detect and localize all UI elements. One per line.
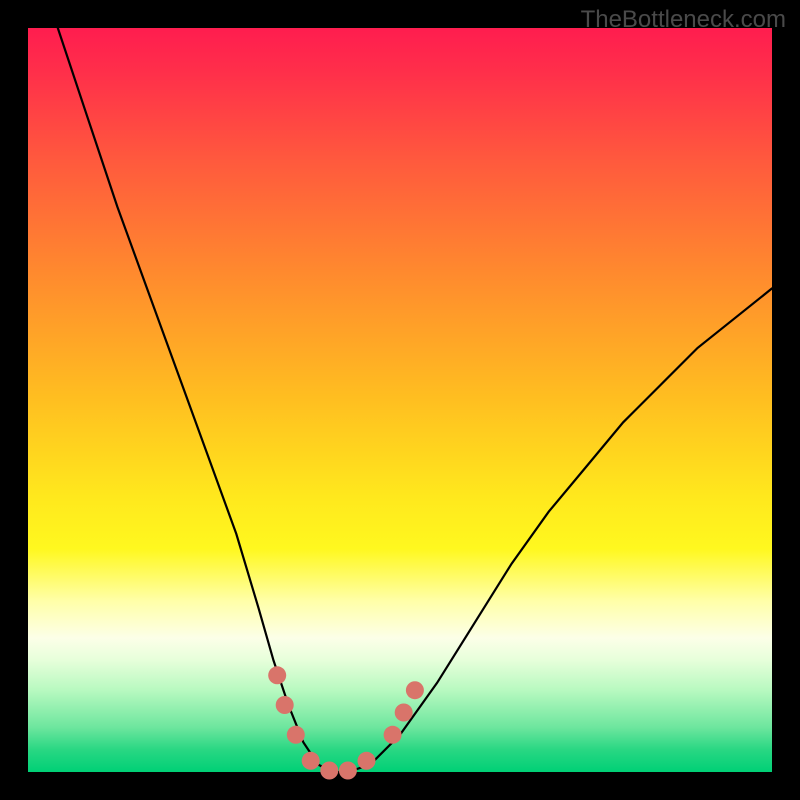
marker-dot [358,752,376,770]
watermark-text: TheBottleneck.com [581,6,786,34]
marker-dot [287,726,305,744]
marker-dot [320,762,338,780]
highlight-markers [268,666,424,779]
marker-dot [339,762,357,780]
marker-dot [384,726,402,744]
marker-dot [276,696,294,714]
marker-dot [302,752,320,770]
marker-dot [395,704,413,722]
marker-dot [268,666,286,684]
bottleneck-curve [58,28,772,772]
marker-dot [406,681,424,699]
chart-svg [28,28,772,772]
